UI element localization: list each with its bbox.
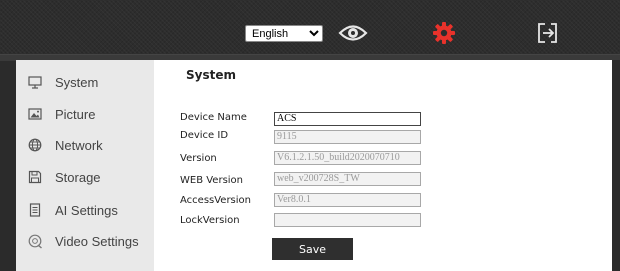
globe-icon: [27, 137, 43, 153]
sidebar-item-video-settings[interactable]: Video Settings: [16, 227, 154, 255]
device-name-label: Device Name: [180, 112, 247, 123]
device-id-field: 9115: [274, 130, 421, 144]
lock-version-label: LockVersion: [180, 215, 240, 226]
picture-icon: [27, 106, 43, 122]
save-button[interactable]: Save: [272, 238, 353, 260]
sidebar-item-network[interactable]: Network: [16, 131, 154, 159]
video-icon: [27, 233, 43, 249]
sidebar-item-label: Picture: [55, 106, 96, 122]
sidebar: System Picture Network Storage AI Settin…: [16, 60, 154, 271]
device-name-field[interactable]: ACS: [274, 112, 421, 126]
sidebar-item-picture[interactable]: Picture: [16, 100, 154, 128]
sidebar-item-label: Storage: [55, 169, 101, 185]
save-disk-icon: [27, 169, 43, 185]
sidebar-item-label: AI Settings: [55, 202, 118, 218]
logout-icon[interactable]: [535, 21, 561, 45]
version-field: V6.1.2.1.50_build2020070710: [274, 151, 421, 165]
access-version-field: Ver8.0.1: [274, 193, 421, 207]
sidebar-item-storage[interactable]: Storage: [16, 163, 154, 191]
gear-icon[interactable]: [432, 21, 456, 45]
lock-version-field: [274, 213, 421, 227]
web-version-field: web_v200728S_TW: [274, 172, 421, 186]
sidebar-item-system[interactable]: System: [16, 68, 154, 96]
page-title: System: [186, 68, 236, 82]
web-version-label: WEB Version: [180, 175, 244, 186]
sidebar-item-label: System: [55, 74, 99, 90]
language-select[interactable]: English: [245, 25, 323, 42]
top-toolbar: English: [0, 0, 620, 54]
access-version-label: AccessVersion: [180, 195, 252, 206]
document-icon: [27, 202, 43, 218]
system-settings-panel: System Device Name ACS Device ID 9115 Ve…: [154, 60, 612, 271]
sidebar-item-label: Video Settings: [55, 233, 139, 249]
sidebar-item-ai-settings[interactable]: AI Settings: [16, 196, 154, 224]
sidebar-item-label: Network: [55, 137, 103, 153]
monitor-icon: [27, 74, 43, 90]
eye-icon[interactable]: [338, 23, 368, 43]
version-label: Version: [180, 153, 217, 164]
device-id-label: Device ID: [180, 130, 229, 141]
right-frame: [612, 60, 620, 271]
